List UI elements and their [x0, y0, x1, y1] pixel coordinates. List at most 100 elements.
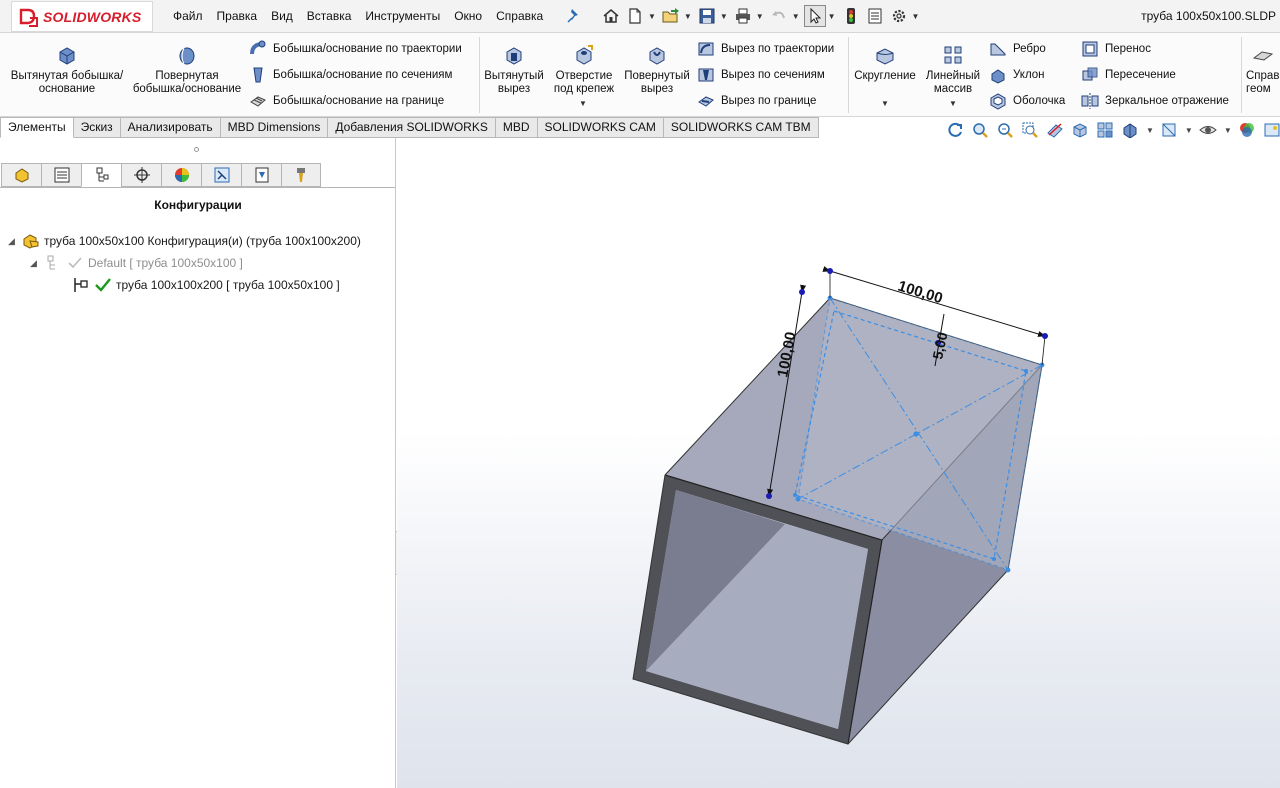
previous-view-icon[interactable]: [946, 121, 964, 139]
file-properties-icon[interactable]: [864, 5, 886, 27]
view-orientation-icon[interactable]: [1096, 121, 1114, 139]
tree-root-item[interactable]: ◢ труба 100x50x100 Конфигурация(и) (труб…: [8, 232, 361, 250]
linear-pattern-button[interactable]: Линейный массив: [921, 44, 985, 96]
new-dropdown-caret[interactable]: ▼: [648, 12, 656, 21]
boundary-cut-button[interactable]: Вырез по границе: [697, 92, 816, 110]
menu-file[interactable]: Файл: [173, 9, 203, 23]
shell-button[interactable]: Оболочка: [989, 92, 1065, 110]
expand-caret-icon[interactable]: ◢: [30, 258, 44, 269]
menu-tools[interactable]: Инструменты: [365, 9, 440, 23]
sketch-point[interactable]: [992, 557, 996, 561]
view-eye-icon[interactable]: [1199, 121, 1217, 139]
boundary-boss-button[interactable]: Бобышка/основание на границе: [249, 92, 444, 110]
tab-propertymanager[interactable]: [41, 163, 81, 187]
hide-show-items-icon[interactable]: [1160, 121, 1178, 139]
previous-view-zoom-icon[interactable]: [1021, 121, 1039, 139]
zoom-to-area-icon[interactable]: [996, 121, 1014, 139]
print-dropdown-caret[interactable]: ▼: [756, 12, 764, 21]
open-dropdown-caret[interactable]: ▼: [684, 12, 692, 21]
dynamic-annotation-views-icon[interactable]: [1071, 121, 1089, 139]
draft-button[interactable]: Уклон: [989, 66, 1045, 84]
print-icon[interactable]: [732, 5, 754, 27]
display-style-dropdown-caret[interactable]: ▼: [1146, 126, 1154, 135]
rib-button[interactable]: Ребро: [989, 40, 1046, 58]
swept-boss-button[interactable]: Бобышка/основание по траектории: [249, 40, 462, 58]
tab-cam-feature-tree[interactable]: [201, 163, 241, 187]
revolved-boss-button[interactable]: Повернутая бобышка/основание: [128, 44, 246, 96]
display-style-icon[interactable]: [1121, 121, 1139, 139]
reference-geometry-button[interactable]: Справ геом: [1246, 44, 1280, 96]
sketch-point[interactable]: [1005, 567, 1011, 573]
feature-manager-panel: Конфигурации ◢ труба 100x50x100 Конфигур…: [0, 138, 396, 788]
options-dropdown-caret[interactable]: ▼: [912, 12, 920, 21]
fillet-dropdown-caret[interactable]: ▼: [881, 99, 889, 108]
tab-cam-operation-tree[interactable]: [241, 163, 281, 187]
logo-text: SOLIDWORKS: [43, 8, 142, 25]
menu-view[interactable]: Вид: [271, 9, 293, 23]
linear-pattern-dropdown-caret[interactable]: ▼: [949, 99, 957, 108]
tab-cam-tool-tree[interactable]: [281, 163, 321, 187]
select-cursor-icon[interactable]: [803, 5, 826, 27]
revolved-cut-icon: [649, 47, 665, 65]
wrap-button[interactable]: Перенос: [1081, 40, 1151, 58]
tree-active-config[interactable]: труба 100x100x200 [ труба 100x50x100 ]: [72, 276, 340, 294]
tab-displaymanager[interactable]: [161, 163, 201, 187]
pin-menu-icon[interactable]: [567, 8, 581, 24]
menu-edit[interactable]: Правка: [217, 9, 258, 23]
zoom-to-fit-icon[interactable]: [971, 121, 989, 139]
open-folder-icon[interactable]: [660, 5, 682, 27]
derived-configuration-icon: [74, 278, 88, 292]
sketch-point[interactable]: [1024, 369, 1028, 373]
tab-features[interactable]: Элементы: [0, 117, 74, 138]
edit-appearance-icon[interactable]: [1238, 121, 1256, 139]
undo-dropdown-caret[interactable]: ▼: [792, 12, 800, 21]
lofted-cut-button[interactable]: Вырез по сечениям: [697, 66, 825, 84]
sketch-point[interactable]: [793, 493, 797, 497]
lofted-boss-button[interactable]: Бобышка/основание по сечениям: [249, 66, 452, 84]
expand-caret-icon[interactable]: ◢: [8, 236, 22, 247]
home-icon[interactable]: [600, 5, 622, 27]
tab-solidworks-addins[interactable]: Добавления SOLIDWORKS: [328, 117, 496, 138]
tab-mbd-dimensions[interactable]: MBD Dimensions: [220, 117, 329, 138]
mirror-button[interactable]: Зеркальное отражение: [1081, 92, 1229, 110]
extruded-cut-button[interactable]: Вытянутый вырез: [483, 44, 545, 96]
graphics-area[interactable]: 100,00 100,00 5,00: [397, 138, 1280, 788]
menu-window[interactable]: Окно: [454, 9, 482, 23]
hole-wizard-button[interactable]: Отверстие под крепеж: [548, 44, 620, 96]
new-document-icon[interactable]: [624, 5, 646, 27]
swept-cut-button[interactable]: Вырез по траектории: [697, 40, 834, 58]
solidworks-logo[interactable]: SOLIDWORKS: [11, 1, 153, 32]
revolved-cut-button[interactable]: Повернутый вырез: [623, 44, 691, 96]
tab-solidworks-cam[interactable]: SOLIDWORKS CAM: [537, 117, 664, 138]
sketch-point[interactable]: [795, 496, 801, 502]
hide-show-dropdown-caret[interactable]: ▼: [1185, 126, 1193, 135]
model-view[interactable]: 100,00 100,00 5,00: [397, 138, 1280, 788]
tab-featuremanager[interactable]: [1, 163, 41, 187]
options-gear-icon[interactable]: [888, 5, 910, 27]
tab-mbd[interactable]: MBD: [495, 117, 538, 138]
revolved-boss-label: Повернутая бобышка/основание: [132, 70, 242, 95]
select-dropdown-caret[interactable]: ▼: [828, 12, 836, 21]
tab-solidworks-cam-tbm[interactable]: SOLIDWORKS CAM TBM: [663, 117, 819, 138]
intersect-button[interactable]: Пересечение: [1081, 66, 1176, 84]
menu-help[interactable]: Справка: [496, 9, 543, 23]
tab-configurationmanager[interactable]: [81, 163, 121, 187]
hole-wizard-dropdown-caret[interactable]: ▼: [579, 99, 587, 108]
menu-insert[interactable]: Вставка: [307, 9, 352, 23]
panel-grip[interactable]: [194, 147, 199, 152]
tab-evaluate[interactable]: Анализировать: [120, 117, 221, 138]
tree-default-config[interactable]: ◢ Default [ труба 100x50x100 ]: [30, 254, 243, 272]
save-dropdown-caret[interactable]: ▼: [720, 12, 728, 21]
sketch-center-point[interactable]: [913, 431, 919, 437]
save-icon[interactable]: [696, 5, 718, 27]
tab-sketch[interactable]: Эскиз: [73, 117, 121, 138]
extruded-boss-button[interactable]: Вытянутая бобышка/основание: [8, 44, 126, 96]
section-view-icon[interactable]: [1046, 121, 1064, 139]
dimension-width-text[interactable]: 100,00: [896, 278, 945, 308]
rebuild-traffic-light-icon[interactable]: [840, 5, 862, 27]
fillet-button[interactable]: Скругление: [852, 44, 918, 83]
undo-icon[interactable]: [768, 5, 790, 27]
tab-dimxpert[interactable]: [121, 163, 161, 187]
apply-scene-icon[interactable]: [1263, 121, 1280, 139]
view-eye-dropdown-caret[interactable]: ▼: [1224, 126, 1232, 135]
